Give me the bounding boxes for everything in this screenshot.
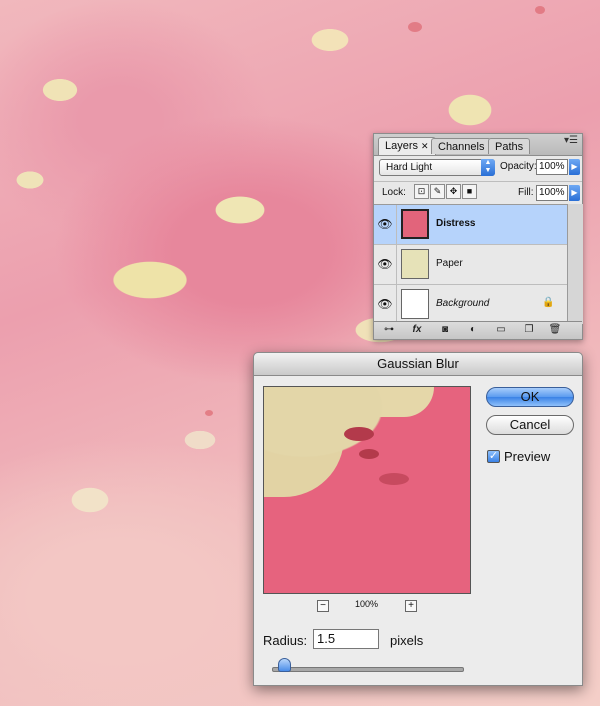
fill-field[interactable]: 100% [536,185,568,201]
blend-mode-value: Hard Light [386,162,433,173]
eye-icon[interactable]: 👁 [377,296,393,312]
dialog-title: Gaussian Blur [254,353,582,376]
trash-icon[interactable]: 🗑 [546,323,564,337]
layer-name: Paper [436,258,463,269]
fill-label: Fill: [518,187,534,198]
panel-tabbar: Layers ✕ Channels Paths ▾☰ [374,134,582,156]
preview-dark-spot [344,427,374,441]
lock-icons: ⊡ ✎ ✥ ■ [414,184,478,199]
divider [396,205,397,244]
preview-dark-spot [359,449,379,459]
tab-layers[interactable]: Layers ✕ [378,137,436,155]
eye-icon[interactable]: 👁 [377,256,393,272]
tab-label: Paths [495,141,524,153]
folder-icon[interactable]: ▭ [492,323,510,337]
lock-row: Lock: ⊡ ✎ ✥ ■ Fill: 100% ▶ [374,181,582,204]
new-layer-icon[interactable]: ❐ [520,323,538,337]
layer-thumbnail [401,289,429,319]
preview-checkbox[interactable]: ✓ [487,450,500,463]
zoom-in-button[interactable]: + [405,600,417,612]
paint-spot [205,410,213,416]
ok-button[interactable]: OK [486,387,574,407]
opacity-label: Opacity: [500,161,537,172]
updown-arrows-icon: ▲ ▼ [481,159,495,176]
layer-row-background[interactable]: 👁 Background 🔒 [374,285,567,325]
radius-unit: pixels [390,633,424,648]
layer-list-scrollbar[interactable] [567,204,583,324]
tab-paths[interactable]: Paths [488,138,531,154]
eye-icon[interactable]: 👁 [377,216,393,232]
layer-name: Background [436,298,490,309]
layer-row-distress[interactable]: 👁 Distress [374,205,567,245]
layer-list: 👁 Distress 👁 Paper 👁 Background 🔒 [374,204,567,325]
blend-row: Hard Light ▲ ▼ Opacity: 100% ▶ [374,155,582,180]
zoom-out-button[interactable]: − [317,600,329,612]
zoom-level: 100% [355,599,379,609]
divider [396,245,397,284]
blur-preview[interactable] [263,386,471,594]
lock-all-icon[interactable]: ■ [462,184,477,199]
divider [396,285,397,324]
preview-label: Preview [504,449,551,464]
link-icon[interactable]: ⊶ [380,323,398,337]
paint-spot [408,22,422,32]
layer-thumbnail [401,209,429,239]
opacity-field[interactable]: 100% [536,159,568,175]
zoom-controls: − 100% + [263,599,471,613]
radius-slider-track[interactable] [272,667,464,672]
fx-icon[interactable]: fx [408,323,426,337]
panel-footer: ⊶ fx ◙ ◐ ▭ ❐ 🗑 [374,321,582,339]
layers-panel: Layers ✕ Channels Paths ▾☰ Hard Light ▲ ▼ … [373,133,583,340]
close-icon[interactable]: ✕ [421,141,429,151]
tab-label: Channels [438,141,485,153]
radius-slider-thumb[interactable] [278,658,291,672]
fill-slider-arrow-icon[interactable]: ▶ [569,185,580,201]
cancel-button[interactable]: Cancel [486,415,574,435]
opacity-slider-arrow-icon[interactable]: ▶ [569,159,580,175]
lock-paint-icon[interactable]: ✎ [430,184,445,199]
preview-dark-spot [379,473,409,485]
layer-thumbnail [401,249,429,279]
mask-icon[interactable]: ◙ [436,323,454,337]
paint-spot [535,6,545,14]
radius-label: Radius: [263,633,308,648]
tab-channels[interactable]: Channels [431,138,492,154]
layer-name: Distress [436,218,476,229]
gaussian-blur-dialog: Gaussian Blur − 100% + OK Cancel ✓ Previ… [253,352,583,686]
lock-label: Lock: [382,187,406,198]
lock-transparency-icon[interactable]: ⊡ [414,184,429,199]
adjustment-icon[interactable]: ◐ [464,323,482,337]
lock-position-icon[interactable]: ✥ [446,184,461,199]
radius-input[interactable]: 1.5 [313,629,379,649]
blend-mode-select[interactable]: Hard Light ▲ ▼ [379,159,495,176]
lock-icon: 🔒 [542,297,555,308]
layer-row-paper[interactable]: 👁 Paper [374,245,567,285]
panel-menu-icon[interactable]: ▾☰ [564,136,578,146]
tab-label: Layers [385,140,419,152]
